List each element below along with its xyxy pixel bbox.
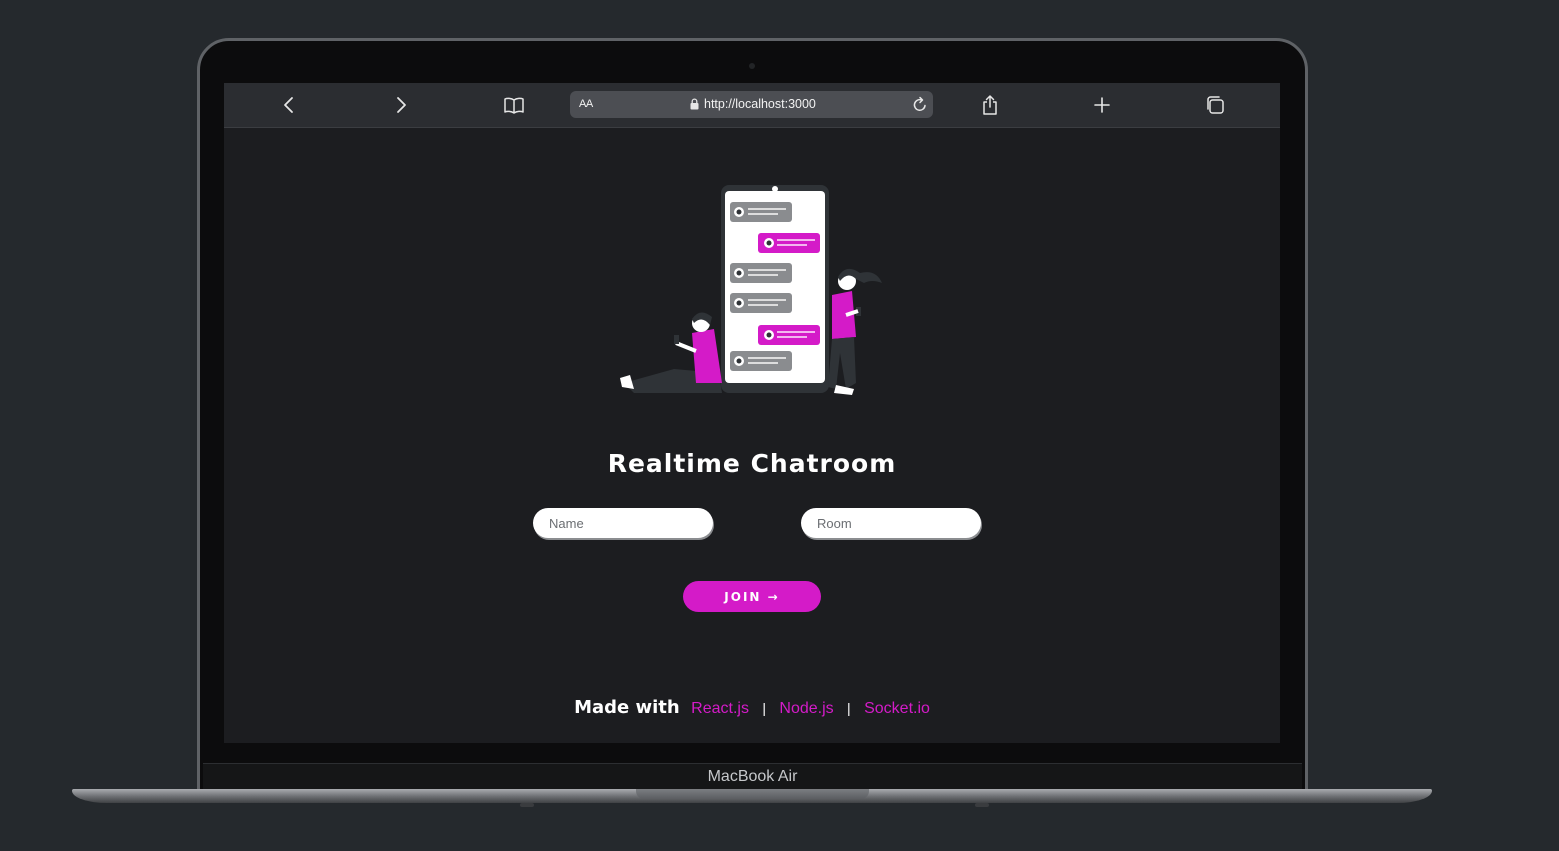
browser-window: AA http://localhost:3000 Realtime Chatro… bbox=[224, 83, 1280, 743]
laptop-notch bbox=[636, 789, 869, 799]
separator: | bbox=[762, 700, 766, 716]
book-icon bbox=[504, 97, 524, 114]
url-text: http://localhost:3000 bbox=[704, 97, 816, 111]
new-tab-button[interactable] bbox=[1090, 93, 1114, 117]
incoming-bubble bbox=[730, 202, 792, 222]
chevron-right-icon bbox=[397, 97, 406, 113]
sitting-person bbox=[620, 312, 722, 393]
reload-icon[interactable] bbox=[912, 96, 928, 113]
browser-toolbar: AA http://localhost:3000 bbox=[224, 83, 1280, 128]
share-icon bbox=[983, 95, 997, 115]
laptop-chin: MacBook Air bbox=[203, 763, 1302, 792]
outgoing-bubble bbox=[758, 325, 820, 345]
device-label: MacBook Air bbox=[707, 768, 798, 785]
room-input[interactable] bbox=[801, 508, 981, 538]
node-link[interactable]: Node.js bbox=[779, 700, 833, 717]
lock-icon bbox=[690, 98, 699, 110]
footer: Made with React.js | Node.js | Socket.io bbox=[224, 697, 1280, 718]
back-button[interactable] bbox=[277, 93, 301, 117]
plus-icon bbox=[1094, 97, 1110, 113]
separator: | bbox=[847, 700, 851, 716]
address-bar[interactable]: AA http://localhost:3000 bbox=[570, 91, 933, 118]
incoming-bubble bbox=[730, 351, 792, 371]
text-size-button[interactable]: AA bbox=[579, 98, 593, 110]
laptop-foot bbox=[520, 803, 534, 807]
made-with-label: Made with bbox=[574, 697, 680, 718]
name-input[interactable] bbox=[533, 508, 713, 538]
chat-illustration bbox=[620, 185, 882, 395]
forward-button[interactable] bbox=[389, 93, 413, 117]
socketio-link[interactable]: Socket.io bbox=[864, 700, 930, 717]
camera bbox=[749, 63, 755, 69]
standing-person bbox=[828, 268, 882, 395]
share-button[interactable] bbox=[978, 93, 1002, 117]
tabs-icon bbox=[1207, 96, 1224, 114]
tabs-overview-button[interactable] bbox=[1203, 93, 1227, 117]
join-button[interactable]: JOIN → bbox=[683, 581, 821, 612]
page-title: Realtime Chatroom bbox=[607, 449, 897, 478]
bookmarks-button[interactable] bbox=[502, 93, 526, 117]
react-link[interactable]: React.js bbox=[691, 700, 749, 717]
laptop-foot bbox=[975, 803, 989, 807]
incoming-bubble bbox=[730, 263, 792, 283]
incoming-bubble bbox=[730, 293, 792, 313]
chevron-left-icon bbox=[284, 97, 293, 113]
outgoing-bubble bbox=[758, 233, 820, 253]
